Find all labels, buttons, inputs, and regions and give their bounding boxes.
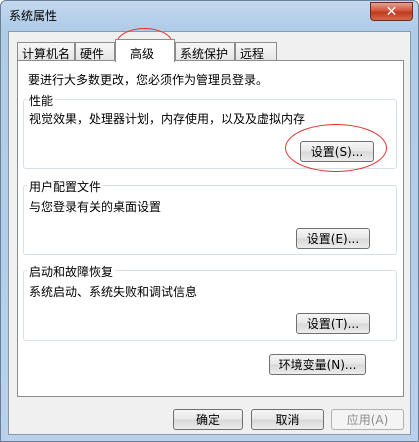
user-profiles-description: 与您登录有关的桌面设置 <box>29 200 162 214</box>
admin-notice: 要进行大多数更改，您必须作为管理员登录。 <box>28 73 269 87</box>
startup-recovery-title: 启动和故障恢复 <box>27 263 116 280</box>
dialog-body: 计算机名 硬件 高级 系统保护 远程 要进行大多数更改，您必须作为管理员登录。 … <box>8 31 411 435</box>
startup-recovery-settings-button[interactable]: 设置(T)... <box>296 313 370 334</box>
performance-description: 视觉效果，处理器计划，内存使用，以及及虚拟内存 <box>29 112 306 126</box>
startup-recovery-description: 系统启动、系统失败和调试信息 <box>29 285 198 299</box>
apply-button[interactable]: 应用(A) <box>331 409 404 430</box>
tab-label: 高级 <box>130 47 155 61</box>
tab-system-protection[interactable]: 系统保护 <box>175 42 235 61</box>
tab-remote[interactable]: 远程 <box>235 42 277 61</box>
tab-label: 远程 <box>240 47 265 61</box>
tab-label: 硬件 <box>80 47 105 61</box>
title-bar[interactable]: 系统属性 ✕ <box>1 1 418 31</box>
tab-label: 计算机名 <box>22 47 71 61</box>
tab-label: 系统保护 <box>180 47 229 61</box>
performance-title: 性能 <box>27 92 56 109</box>
tab-hardware[interactable]: 硬件 <box>75 42 115 61</box>
advanced-tab-page: 要进行大多数更改，您必须作为管理员登录。 性能 视觉效果，处理器计划，内存使用，… <box>17 60 404 397</box>
user-profiles-group: 用户配置文件 与您登录有关的桌面设置 设置(E)... <box>23 178 397 255</box>
startup-recovery-group: 启动和故障恢复 系统启动、系统失败和调试信息 设置(T)... <box>23 263 397 341</box>
system-properties-window: 系统属性 ✕ 计算机名 硬件 高级 系统保护 远程 要进行大多数更改，您必须作为… <box>0 0 419 442</box>
window-title: 系统属性 <box>9 9 58 23</box>
user-profiles-settings-button[interactable]: 设置(E)... <box>296 228 370 249</box>
environment-variables-button[interactable]: 环境变量(N)... <box>269 354 366 375</box>
tab-computer-name[interactable]: 计算机名 <box>17 42 75 61</box>
close-icon: ✕ <box>385 3 398 20</box>
performance-group: 性能 视觉效果，处理器计划，内存使用，以及及虚拟内存 设置(S)... <box>23 92 397 169</box>
tab-advanced[interactable]: 高级 <box>115 39 175 62</box>
cancel-button[interactable]: 取消 <box>251 409 324 430</box>
performance-settings-button[interactable]: 设置(S)... <box>300 141 374 162</box>
user-profiles-title: 用户配置文件 <box>27 178 104 195</box>
ok-button[interactable]: 确定 <box>173 409 243 430</box>
close-button[interactable]: ✕ <box>370 2 413 21</box>
